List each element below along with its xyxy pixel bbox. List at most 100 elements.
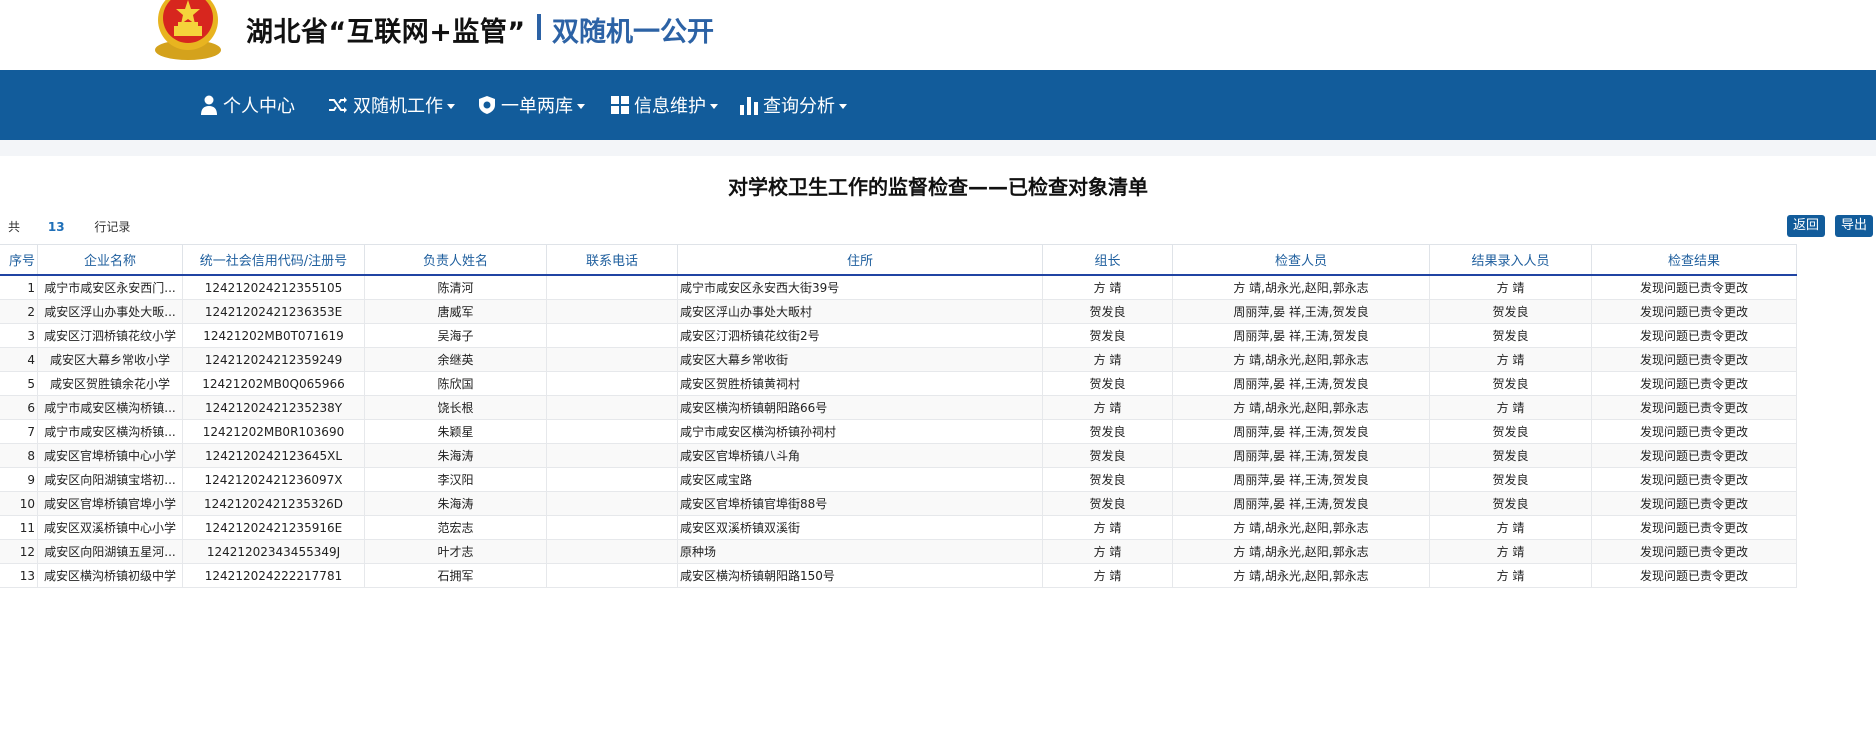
cell-phone bbox=[546, 467, 678, 492]
col-header-company: 企业名称 bbox=[37, 244, 183, 276]
cell-company: 咸安区向阳湖镇宝塔初... bbox=[37, 467, 183, 492]
cell-result-link[interactable]: 发现问题已责令更改 bbox=[1591, 419, 1797, 444]
export-button[interactable]: 导出 bbox=[1835, 215, 1874, 237]
cell-result-link[interactable]: 发现问题已责令更改 bbox=[1591, 491, 1797, 516]
cell-phone bbox=[546, 443, 678, 468]
cell-index: 13 bbox=[0, 563, 38, 588]
cell-index: 10 bbox=[0, 491, 38, 516]
site-subtitle: 双随机一公开 bbox=[552, 17, 714, 48]
cell-recorder: 贺发良 bbox=[1429, 491, 1592, 516]
cell-recorder: 贺发良 bbox=[1429, 323, 1592, 348]
table-row: 10 咸安区官埠桥镇官埠小学 12421202421235326D 朱海涛 咸安区官埠桥… bbox=[0, 491, 1797, 516]
table-row: 6 咸宁市咸安区横沟桥镇... 12421202421235238Y 饶长根 咸安区横沟… bbox=[0, 395, 1797, 420]
cell-person: 唐威军 bbox=[364, 299, 547, 324]
cell-inspectors: 方 靖,胡永光,赵阳,郭永志 bbox=[1172, 347, 1430, 372]
cell-company: 咸安区汀泗桥镇花纹小学 bbox=[37, 323, 183, 348]
nav-label: 双随机工作 bbox=[353, 96, 443, 117]
cell-index: 11 bbox=[0, 515, 38, 540]
table-row: 8 咸安区官埠桥镇中心小学 1242120242123645XL 朱海涛 咸安区官埠桥镇… bbox=[0, 443, 1797, 468]
cell-recorder: 方 靖 bbox=[1429, 395, 1592, 420]
cell-address: 咸安区官埠桥镇官埠街88号 bbox=[677, 491, 1043, 516]
col-header-index: 序号 bbox=[0, 244, 38, 276]
cell-index: 7 bbox=[0, 419, 38, 444]
cell-recorder: 方 靖 bbox=[1429, 563, 1592, 588]
cell-address: 咸宁市咸安区横沟桥镇孙祠村 bbox=[677, 419, 1043, 444]
cell-address: 咸安区贺胜桥镇黄祠村 bbox=[677, 371, 1043, 396]
site-title: 湖北省“互联网+监管” bbox=[246, 17, 526, 48]
cell-leader: 方 靖 bbox=[1042, 274, 1173, 300]
cell-company: 咸安区横沟桥镇初级中学 bbox=[37, 563, 183, 588]
cell-address: 原种场 bbox=[677, 539, 1043, 564]
nav-personal-center[interactable]: 个人中心 bbox=[200, 92, 295, 118]
nav-one-list-two-libs[interactable]: 一单两库 bbox=[478, 92, 585, 118]
cell-recorder: 方 靖 bbox=[1429, 539, 1592, 564]
cell-index: 8 bbox=[0, 443, 38, 468]
cell-recorder: 贺发良 bbox=[1429, 443, 1592, 468]
nav-label: 信息维护 bbox=[634, 96, 706, 117]
cell-person: 李汉阳 bbox=[364, 467, 547, 492]
cell-index: 3 bbox=[0, 323, 38, 348]
page-title: 对学校卫生工作的监督检查——已检查对象清单 bbox=[728, 175, 1148, 199]
cell-phone bbox=[546, 371, 678, 396]
col-header-inspectors: 检查人员 bbox=[1172, 244, 1430, 276]
cell-phone bbox=[546, 323, 678, 348]
cell-credit-code: 12421202421236353E bbox=[182, 299, 365, 324]
cell-result-link[interactable]: 发现问题已责令更改 bbox=[1591, 395, 1797, 420]
cell-credit-code: 12421202MB0Q065966 bbox=[182, 371, 365, 396]
main-nav: 个人中心 双随机工作 一单两库 信息维护 查询分析 bbox=[0, 70, 1876, 140]
cell-person: 余继英 bbox=[364, 347, 547, 372]
cell-inspectors: 周丽萍,晏 祥,王涛,贺发良 bbox=[1172, 299, 1430, 324]
col-header-address: 住所 bbox=[677, 244, 1043, 276]
cell-result-link[interactable]: 发现问题已责令更改 bbox=[1591, 515, 1797, 540]
cell-result-link[interactable]: 发现问题已责令更改 bbox=[1591, 539, 1797, 564]
cell-address: 咸安区浮山办事处大畈村 bbox=[677, 299, 1043, 324]
cell-person: 朱颖星 bbox=[364, 419, 547, 444]
cell-company: 咸安区双溪桥镇中心小学 bbox=[37, 515, 183, 540]
cell-result-link[interactable]: 发现问题已责令更改 bbox=[1591, 274, 1797, 300]
cell-result-link[interactable]: 发现问题已责令更改 bbox=[1591, 371, 1797, 396]
cell-index: 9 bbox=[0, 467, 38, 492]
cell-phone bbox=[546, 419, 678, 444]
inspected-objects-table: 序号 企业名称 统一社会信用代码/注册号 负责人姓名 联系电话 住所 组长 检查… bbox=[0, 244, 1797, 588]
cell-person: 石拥军 bbox=[364, 563, 547, 588]
table-row: 1 咸宁市咸安区永安西门... 124212024212355105 陈清河 咸宁市咸安… bbox=[0, 274, 1797, 300]
cell-credit-code: 12421202343455349J bbox=[182, 539, 365, 564]
nav-info-maintenance[interactable]: 信息维护 bbox=[611, 92, 718, 118]
cell-credit-code: 12421202MB0R103690 bbox=[182, 419, 365, 444]
nav-double-random[interactable]: 双随机工作 bbox=[328, 92, 455, 118]
cell-result-link[interactable]: 发现问题已责令更改 bbox=[1591, 467, 1797, 492]
caret-down-icon bbox=[839, 103, 847, 109]
cell-inspectors: 方 靖,胡永光,赵阳,郭永志 bbox=[1172, 274, 1430, 300]
count-value: 13 bbox=[47, 220, 65, 234]
cell-inspectors: 周丽萍,晏 祥,王涛,贺发良 bbox=[1172, 467, 1430, 492]
cell-address: 咸安区双溪桥镇双溪街 bbox=[677, 515, 1043, 540]
cell-credit-code: 1242120242123645XL bbox=[182, 443, 365, 468]
back-button[interactable]: 返回 bbox=[1787, 215, 1826, 237]
cell-leader: 贺发良 bbox=[1042, 467, 1173, 492]
cell-person: 范宏志 bbox=[364, 515, 547, 540]
cell-company: 咸安区向阳湖镇五星河... bbox=[37, 539, 183, 564]
cell-result-link[interactable]: 发现问题已责令更改 bbox=[1591, 443, 1797, 468]
cell-phone bbox=[546, 299, 678, 324]
cell-result-link[interactable]: 发现问题已责令更改 bbox=[1591, 563, 1797, 588]
cell-person: 饶长根 bbox=[364, 395, 547, 420]
nav-query-analysis[interactable]: 查询分析 bbox=[740, 92, 847, 118]
cell-inspectors: 周丽萍,晏 祥,王涛,贺发良 bbox=[1172, 491, 1430, 516]
cell-leader: 贺发良 bbox=[1042, 371, 1173, 396]
cell-result-link[interactable]: 发现问题已责令更改 bbox=[1591, 347, 1797, 372]
cell-address: 咸安区大幕乡常收街 bbox=[677, 347, 1043, 372]
cell-result-link[interactable]: 发现问题已责令更改 bbox=[1591, 323, 1797, 348]
table-row: 12 咸安区向阳湖镇五星河... 12421202343455349J 叶才志 原种场方… bbox=[0, 539, 1797, 564]
col-header-person: 负责人姓名 bbox=[364, 244, 547, 276]
shield-icon bbox=[479, 96, 495, 114]
cell-company: 咸安区官埠桥镇官埠小学 bbox=[37, 491, 183, 516]
cell-person: 陈欣国 bbox=[364, 371, 547, 396]
cell-inspectors: 方 靖,胡永光,赵阳,郭永志 bbox=[1172, 539, 1430, 564]
col-header-result: 检查结果 bbox=[1591, 244, 1797, 276]
cell-address: 咸安区横沟桥镇朝阳路150号 bbox=[677, 563, 1043, 588]
cell-inspectors: 方 靖,胡永光,赵阳,郭永志 bbox=[1172, 563, 1430, 588]
cell-result-link[interactable]: 发现问题已责令更改 bbox=[1591, 299, 1797, 324]
table-header-row: 序号 企业名称 统一社会信用代码/注册号 负责人姓名 联系电话 住所 组长 检查… bbox=[0, 244, 1797, 276]
table-row: 13 咸安区横沟桥镇初级中学 124212024222217781 石拥军 咸安区横沟桥… bbox=[0, 563, 1797, 588]
count-prefix: 共 bbox=[8, 220, 21, 234]
